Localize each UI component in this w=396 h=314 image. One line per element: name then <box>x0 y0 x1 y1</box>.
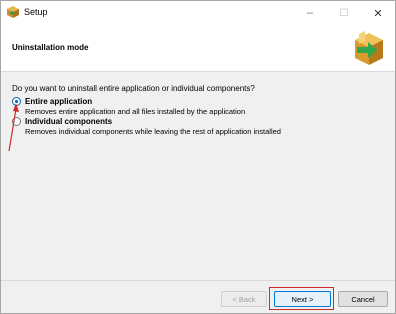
back-button[interactable]: < Back <box>221 291 267 307</box>
entire-application-description: Removes entire application and all files… <box>25 107 246 116</box>
cancel-button[interactable]: Cancel <box>338 291 388 307</box>
title-bar: Setup – ☐ ✕ <box>1 1 395 25</box>
window-title: Setup <box>24 7 48 17</box>
wizard-header: Uninstallation mode <box>1 25 395 72</box>
close-button[interactable]: ✕ <box>361 1 395 25</box>
page-title: Uninstallation mode <box>12 43 89 52</box>
box-arrow-icon <box>351 28 387 68</box>
entire-application-radio[interactable] <box>12 97 21 106</box>
entire-application-label[interactable]: Entire application <box>25 97 92 106</box>
minimize-button[interactable]: – <box>293 1 327 25</box>
individual-components-radio[interactable] <box>12 117 21 126</box>
footer-divider <box>1 280 395 281</box>
setup-window: Setup – ☐ ✕ Uninstallation mode Do you w… <box>0 0 396 314</box>
uninstall-question: Do you want to uninstall entire applicat… <box>12 84 255 93</box>
individual-components-label[interactable]: Individual components <box>25 117 112 126</box>
installer-box-icon <box>6 5 20 19</box>
next-button[interactable]: Next > <box>274 291 331 307</box>
individual-components-description: Removes individual components while leav… <box>25 127 281 136</box>
maximize-button[interactable]: ☐ <box>327 1 361 25</box>
